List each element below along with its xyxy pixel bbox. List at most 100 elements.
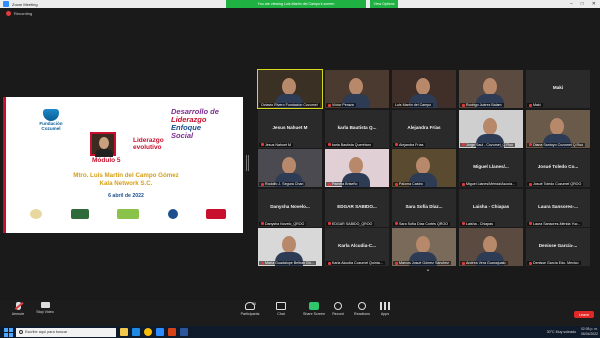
- edge-icon[interactable]: [132, 328, 140, 336]
- participant-display-name: Maki: [552, 85, 564, 90]
- search-placeholder: Escribe aquí para buscar: [25, 330, 68, 334]
- clock-date: 06/04/2022: [581, 331, 598, 336]
- participant-tile[interactable]: EDGAR SABIDO... EDGAR SABIDO_QROO: [325, 188, 389, 227]
- participant-tile[interactable]: Pamela Briseño: [325, 149, 389, 187]
- participant-name-label: Jorge Saul - Cozumel_Q.Roo: [460, 142, 515, 147]
- muted-mic-icon: [261, 222, 264, 225]
- taskbar-search[interactable]: Escribe aquí para buscar: [16, 327, 116, 337]
- logo-line-2: Cozumel: [41, 126, 61, 131]
- weather-widget[interactable]: 30°C Muy soleado: [547, 330, 576, 334]
- module-subtitle: Liderazgo evolutivo: [133, 137, 164, 151]
- system-tray: 30°C Muy soleado 02:08 p. m. 06/04/2022: [547, 327, 598, 336]
- participant-video-face: [550, 117, 564, 135]
- participant-name-text: Paloma Castro: [399, 182, 423, 186]
- windows-start-icon[interactable]: [3, 327, 13, 337]
- participant-tile[interactable]: karla Bautista Q... karla Bautista Querét…: [325, 109, 389, 148]
- file-explorer-icon[interactable]: [120, 328, 128, 336]
- close-icon[interactable]: ✕: [592, 1, 596, 7]
- participant-name-label: Jesus Nahuet M: [259, 142, 293, 147]
- participant-display-name: Laisha - Chiapas: [472, 203, 510, 209]
- participant-tile[interactable]: Víctor Peraza: [325, 70, 389, 108]
- participant-tile[interactable]: Karla Alcudia-C... Karla Alcudia Cozumel …: [325, 228, 389, 266]
- share-screen-icon: [309, 302, 319, 310]
- participant-name-text: Jesus Nahuet M: [265, 142, 291, 147]
- recording-indicator[interactable]: Recording: [6, 11, 32, 16]
- participant-name-text: Diana Santoyo Cozumel Q.Roo: [533, 142, 584, 147]
- participant-name-text: Karla Alcudia Cozumel Quinta...: [332, 261, 383, 265]
- muted-mic-icon: [529, 182, 532, 186]
- participant-name-label: Sara Sofía Díaz Cortés QROO: [393, 221, 450, 226]
- apps-label: Apps: [380, 312, 390, 316]
- muted-mic-icon: [328, 261, 331, 265]
- participant-video-face: [483, 236, 497, 253]
- participant-tile[interactable]: Jorge Saul - Cozumel_Q.Roo: [459, 109, 523, 148]
- participant-name-text: Pamela Briseño: [332, 182, 358, 186]
- participant-tile[interactable]: Luis Martín del Campo: [392, 70, 456, 108]
- minimize-icon[interactable]: –: [570, 1, 573, 7]
- stop-video-button[interactable]: Stop Video: [27, 302, 63, 314]
- chrome-icon[interactable]: [144, 328, 152, 336]
- speaker-organization: Kala Network S.C.: [99, 180, 153, 187]
- participant-tile[interactable]: Alejandra Frías Alejandra Frías: [392, 109, 456, 148]
- fundacion-logo: Fundación Cozumel: [36, 109, 66, 131]
- participant-name-text: Víctor Peraza: [332, 103, 354, 107]
- participant-tile[interactable]: Miguel Llanes/... Miguel Llanes/Mérida/As…: [459, 149, 523, 187]
- muted-mic-icon: [328, 103, 331, 107]
- muted-mic-icon: [395, 261, 398, 265]
- sponsor-logos: [30, 209, 226, 219]
- participant-name-label: Andrea Vera Guanajuato: [460, 261, 508, 265]
- gallery-next-page-icon[interactable]: ⌄: [423, 267, 433, 273]
- window-title: Zoom Meeting: [12, 1, 38, 7]
- participant-tile[interactable]: Diana Santoyo Cozumel Q.Roo: [526, 109, 590, 148]
- participant-tile[interactable]: María Guadalupe Beltrán Gó...: [258, 228, 322, 266]
- participant-tile[interactable]: Octavio Rivero Fundación Cozumel: [257, 69, 323, 109]
- record-icon: [334, 302, 342, 310]
- participant-video-face: [349, 78, 363, 95]
- participant-display-name: Karla Alcudia-C...: [338, 243, 376, 248]
- clock[interactable]: 02:08 p. m. 06/04/2022: [581, 327, 598, 336]
- leave-button[interactable]: Leave: [574, 311, 594, 318]
- participant-tile[interactable]: Laisha - Chiapas Laisha - Chiapas: [459, 188, 523, 227]
- participant-tile[interactable]: Denisse García-... Denisse García Edo. Me…: [526, 228, 590, 266]
- participant-name-label: María Guadalupe Beltrán Gó...: [259, 261, 316, 265]
- zoom-window: Zoom Meeting – □ ✕ You are viewing Luis …: [0, 0, 600, 338]
- participant-tile[interactable]: Marcos Josué Gómez Sánchez: [392, 228, 456, 266]
- participant-tile[interactable]: Rodolfo J. Segura Chan: [258, 149, 322, 187]
- participant-tile[interactable]: Andrea Vera Guanajuato: [459, 228, 523, 266]
- participant-tile[interactable]: Josué Toledo Co... Josué Toledo Cozumel Q…: [526, 149, 590, 187]
- word-icon[interactable]: [180, 328, 188, 336]
- maximize-icon[interactable]: □: [581, 1, 584, 7]
- powerpoint-icon[interactable]: [168, 328, 176, 336]
- participant-tile[interactable]: Rodrigo Juárez Balam: [459, 70, 523, 108]
- participant-tile[interactable]: Danysha Novelo... Danysha Novelo_QROO: [258, 188, 322, 227]
- resize-handle[interactable]: [246, 155, 249, 171]
- muted-mic-icon: [462, 103, 465, 107]
- view-options-button[interactable]: View Options: [370, 0, 398, 8]
- muted-mic-icon: [261, 182, 264, 186]
- participant-name-label: Luis Martín del Campo: [393, 103, 434, 107]
- participant-display-name: karla Bautista Q...: [337, 124, 377, 130]
- participant-name-label: Josué Toledo Cozumel QROO: [527, 182, 584, 186]
- participant-tile[interactable]: Sara Sofía Díaz... Sara Sofía Díaz Cortés…: [392, 188, 456, 227]
- participant-name-label: EDGAR SABIDO_QROO: [326, 221, 375, 226]
- camera-icon: [40, 302, 50, 308]
- muted-mic-icon: [261, 143, 264, 146]
- participant-tile[interactable]: Maki Maki: [526, 70, 590, 108]
- windows-taskbar: Escribe aquí para buscar 30°C Muy solead…: [0, 326, 600, 338]
- muted-mic-icon: [529, 222, 532, 225]
- participant-gallery: Octavio Rivero Fundación Cozumel Víctor P…: [257, 69, 592, 266]
- participant-tile[interactable]: Paloma Castro: [392, 149, 456, 187]
- participant-tile[interactable]: Laura Sansores-... Laura Sansores-Mérida …: [526, 188, 590, 227]
- muted-mic-icon: [462, 261, 465, 265]
- participant-name-label: Pamela Briseño: [326, 182, 360, 186]
- chat-button[interactable]: Chat: [263, 302, 299, 316]
- muted-mic-icon: [462, 143, 465, 146]
- muted-mic-icon: [529, 103, 532, 107]
- participant-name-label: Paloma Castro: [393, 182, 425, 186]
- participant-tile[interactable]: Jesus Nahuet M Jesus Nahuet M: [258, 109, 322, 148]
- participant-name-label: Karla Alcudia Cozumel Quinta...: [326, 261, 385, 265]
- apps-button[interactable]: Apps: [367, 302, 403, 316]
- meeting-toolbar: Unmute Stop Video Participants 45 Chat S…: [0, 300, 600, 326]
- zoom-taskbar-icon[interactable]: [156, 328, 164, 336]
- apps-icon: [380, 302, 390, 310]
